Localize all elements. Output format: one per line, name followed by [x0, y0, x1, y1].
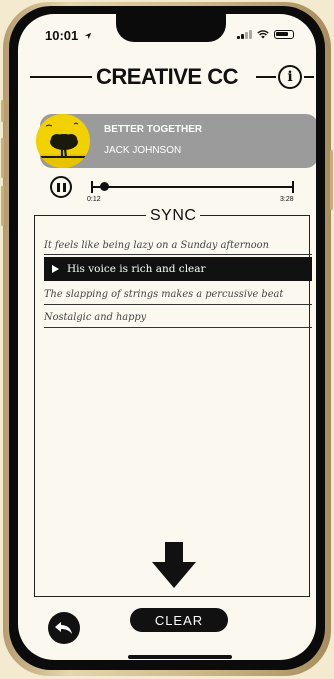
- signal-icon: [237, 30, 252, 39]
- pause-icon-bar-right: [62, 182, 66, 192]
- notch: [116, 14, 226, 42]
- app-header: CREATIVE CC i: [30, 64, 314, 90]
- pause-icon-bar-left: [56, 182, 60, 192]
- pause-button[interactable]: [50, 176, 72, 198]
- caption-line[interactable]: It feels like being lazy on a Sunday aft…: [44, 240, 312, 251]
- home-indicator[interactable]: [128, 655, 232, 659]
- caption-divider: [44, 304, 312, 306]
- caption-line[interactable]: Nostalgic and happy: [44, 312, 312, 323]
- total-duration: 3:28: [280, 196, 294, 203]
- caption-line[interactable]: The slapping of strings makes a percussi…: [44, 289, 312, 300]
- app-screen: 10:01 CREATIVE CC i BETTER TOGETHER JACK…: [18, 14, 316, 660]
- back-button[interactable]: [48, 612, 80, 644]
- volume-up-button: [1, 138, 4, 178]
- album-art: [36, 114, 90, 168]
- app-title: CREATIVE CC: [96, 64, 239, 89]
- undo-arrow-icon: [55, 622, 72, 634]
- clear-button[interactable]: CLEAR: [130, 608, 228, 632]
- play-icon: [52, 265, 59, 273]
- status-time: 10:01: [45, 28, 92, 43]
- caption-line-active[interactable]: His voice is rich and clear: [44, 257, 312, 281]
- track-title: BETTER TOGETHER: [104, 124, 203, 135]
- status-icons: [237, 30, 294, 39]
- mute-switch: [1, 100, 4, 122]
- power-button: [330, 150, 333, 210]
- track-artist: JACK JOHNSON: [104, 145, 182, 156]
- caption-active-text: His voice is rich and clear: [67, 263, 206, 275]
- wifi-icon: [257, 30, 269, 39]
- progress-knob[interactable]: [99, 182, 109, 191]
- caption-divider: [44, 254, 312, 256]
- header-line-mid: [256, 76, 276, 78]
- status-time-text: 10:01: [45, 28, 79, 43]
- progress-bar[interactable]: [92, 186, 293, 188]
- header-line-left: [30, 76, 92, 78]
- info-button[interactable]: i: [278, 65, 302, 89]
- caption-divider: [44, 327, 312, 329]
- elapsed-time: 0:12: [87, 196, 101, 203]
- arrow-down-icon[interactable]: [152, 542, 196, 588]
- tree-icon: [36, 122, 90, 168]
- header-line-right: [304, 76, 314, 78]
- location-arrow-icon: [84, 32, 92, 40]
- progress-end-tick: [292, 181, 294, 193]
- volume-down-button: [1, 186, 4, 226]
- info-icon: i: [287, 69, 293, 85]
- sync-title: SYNC: [146, 207, 201, 225]
- battery-icon: [274, 30, 294, 39]
